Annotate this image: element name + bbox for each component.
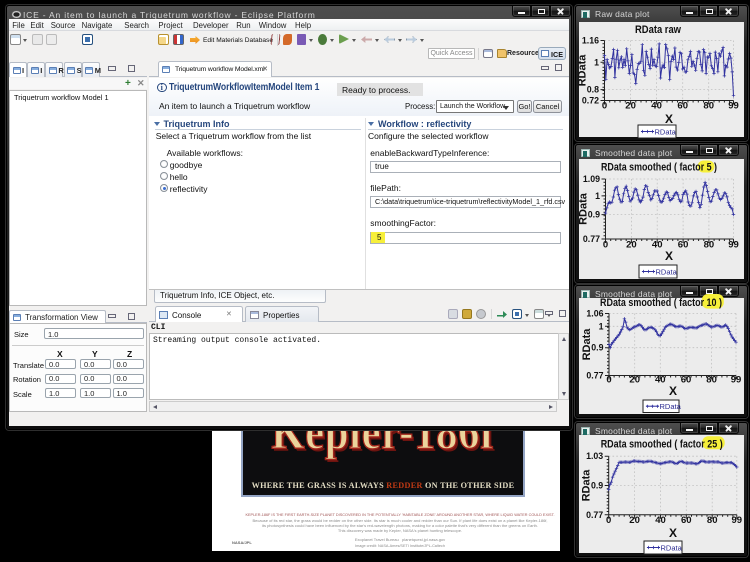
svg-text:40: 40 bbox=[651, 101, 662, 112]
svg-text:0.72: 0.72 bbox=[582, 96, 599, 106]
svg-text:60: 60 bbox=[678, 240, 689, 251]
svg-text:X: X bbox=[669, 526, 677, 540]
svg-text:0.9: 0.9 bbox=[588, 210, 600, 220]
svg-text:RData: RData bbox=[577, 54, 589, 87]
svg-text:60: 60 bbox=[681, 375, 692, 386]
svg-text:1.03: 1.03 bbox=[586, 451, 603, 461]
svg-text:0: 0 bbox=[606, 375, 611, 386]
svg-text:RData: RData bbox=[581, 328, 593, 361]
svg-text:RData: RData bbox=[655, 127, 677, 136]
svg-text:1.09: 1.09 bbox=[583, 174, 600, 184]
svg-text:1.06: 1.06 bbox=[586, 309, 603, 319]
svg-text:80: 80 bbox=[704, 240, 715, 251]
svg-text:99: 99 bbox=[728, 101, 739, 112]
svg-text:40: 40 bbox=[652, 240, 663, 251]
svg-text:RData: RData bbox=[660, 402, 682, 411]
svg-text:0.77: 0.77 bbox=[583, 234, 600, 244]
svg-text:80: 80 bbox=[703, 101, 714, 112]
svg-text:60: 60 bbox=[681, 515, 692, 526]
svg-text:1.16: 1.16 bbox=[582, 36, 599, 46]
svg-text:1: 1 bbox=[599, 321, 604, 331]
svg-text:RData raw: RData raw bbox=[635, 24, 681, 36]
svg-text:X: X bbox=[665, 249, 673, 263]
svg-text:0.9: 0.9 bbox=[591, 481, 603, 491]
svg-text:0: 0 bbox=[602, 101, 607, 112]
svg-text:20: 20 bbox=[629, 375, 640, 386]
svg-text:0.9: 0.9 bbox=[591, 343, 603, 353]
svg-text:40: 40 bbox=[655, 515, 666, 526]
svg-text:RData: RData bbox=[581, 469, 593, 502]
svg-text:0: 0 bbox=[606, 515, 611, 526]
svg-text:RData: RData bbox=[656, 267, 678, 276]
svg-text:20: 20 bbox=[626, 240, 637, 251]
svg-text:RData: RData bbox=[661, 543, 683, 552]
svg-text:0.77: 0.77 bbox=[586, 371, 603, 381]
svg-text:X: X bbox=[665, 112, 673, 126]
svg-text:40: 40 bbox=[655, 375, 666, 386]
svg-text:20: 20 bbox=[625, 101, 636, 112]
svg-text:RData smoothed ( factor 5 ): RData smoothed ( factor 5 ) bbox=[601, 162, 717, 174]
svg-text:0.8: 0.8 bbox=[587, 85, 599, 95]
svg-text:1: 1 bbox=[594, 57, 599, 67]
svg-text:99: 99 bbox=[731, 375, 742, 386]
svg-text:0.77: 0.77 bbox=[586, 510, 603, 520]
svg-text:RData smoothed ( factor 25 ): RData smoothed ( factor 25 ) bbox=[601, 439, 723, 451]
svg-text:0: 0 bbox=[603, 240, 608, 251]
svg-text:60: 60 bbox=[677, 101, 688, 112]
svg-text:80: 80 bbox=[706, 375, 717, 386]
svg-text:99: 99 bbox=[732, 515, 743, 526]
svg-text:1: 1 bbox=[595, 191, 600, 201]
svg-text:RData: RData bbox=[578, 192, 590, 225]
svg-text:20: 20 bbox=[629, 515, 640, 526]
svg-text:RData smoothed ( factor 10 ): RData smoothed ( factor 10 ) bbox=[600, 297, 722, 309]
svg-text:99: 99 bbox=[728, 240, 739, 251]
svg-text:X: X bbox=[669, 384, 677, 398]
svg-text:80: 80 bbox=[707, 515, 718, 526]
